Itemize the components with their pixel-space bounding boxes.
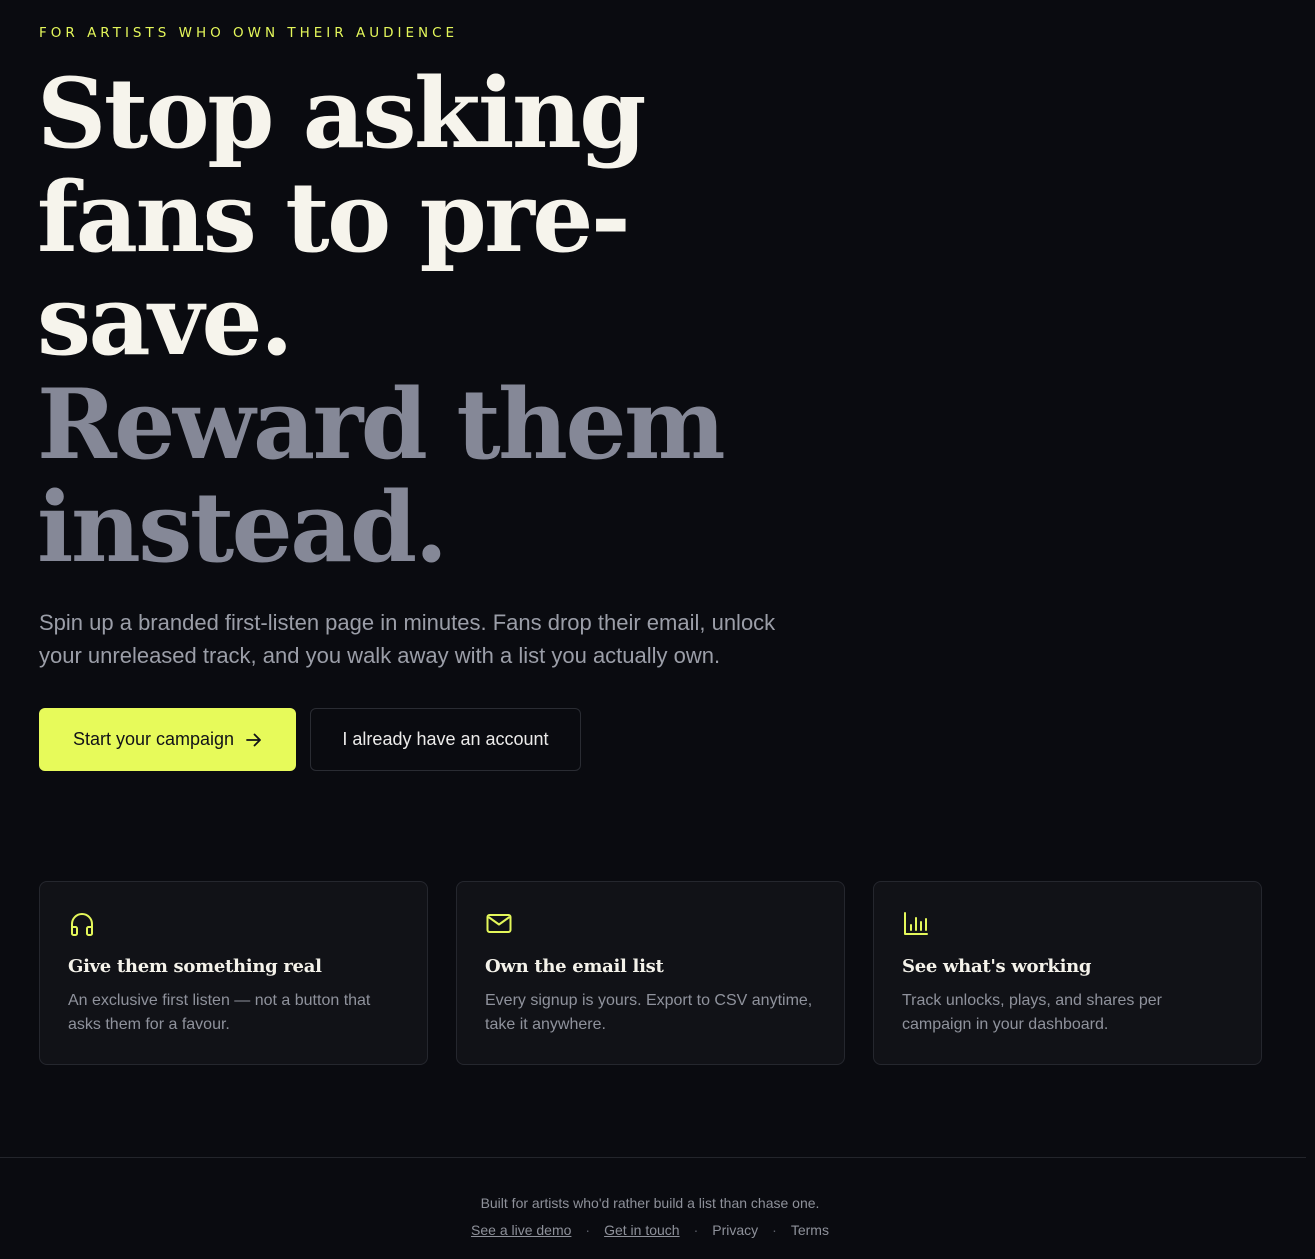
feature-cards: Give them something real An exclusive fi… [39, 881, 1262, 1065]
headline-muted-line: Reward them [37, 367, 726, 481]
hero-subtext: Spin up a branded first-listen page in m… [39, 610, 776, 668]
footer-separator: · [585, 1222, 591, 1238]
footer-divider [0, 1157, 1306, 1158]
feature-body: An exclusive first listen — not a button… [68, 992, 371, 1033]
headline-line: fans to pre- [37, 160, 631, 274]
hero-headline: Stop asking fans to pre- save. Reward th… [37, 57, 726, 584]
feature-body: Track unlocks, plays, and shares per cam… [902, 992, 1162, 1033]
existing-account-button[interactable]: I already have an account [310, 708, 581, 771]
footer-note: Built for artists who'd rather build a l… [480, 1195, 820, 1211]
headline-muted-line: instead. [37, 471, 448, 584]
footer-links: See a live demo · Get in touch · Privacy… [0, 1222, 1300, 1238]
privacy-link[interactable]: Privacy [712, 1222, 758, 1238]
feature-title: Give them something real [68, 956, 322, 977]
bar-chart-icon [904, 912, 928, 935]
feature-title: See what's working [902, 956, 1092, 977]
headline-line: Stop asking [37, 57, 646, 170]
feature-title: Own the email list [485, 956, 664, 977]
landing-page: FOR ARTISTS WHO OWN THEIR AUDIENCE Stop … [0, 0, 1315, 1259]
feature-card: See what's working Track unlocks, plays,… [873, 881, 1262, 1065]
feature-card: Give them something real An exclusive fi… [39, 881, 428, 1065]
get-in-touch-link[interactable]: Get in touch [604, 1222, 680, 1238]
headline-line: save. [37, 264, 294, 377]
headphones-icon [71, 913, 93, 936]
arrow-right-icon [246, 733, 261, 746]
feature-card: Own the email list Every signup is yours… [456, 881, 845, 1065]
feature-body: Every signup is yours. Export to CSV any… [485, 992, 813, 1033]
footer-separator: · [693, 1222, 699, 1238]
existing-account-label: I already have an account [342, 729, 549, 749]
live-demo-link[interactable]: See a live demo [471, 1222, 571, 1238]
start-campaign-label: Start your campaign [72, 729, 235, 749]
start-campaign-button[interactable]: Start your campaign [39, 708, 296, 771]
terms-link[interactable]: Terms [791, 1222, 829, 1238]
footer-separator: · [772, 1222, 777, 1238]
eyebrow-tagline: FOR ARTISTS WHO OWN THEIR AUDIENCE [39, 25, 459, 41]
cta-row: Start your campaign I already have an ac… [39, 708, 581, 771]
mail-icon [486, 914, 512, 933]
